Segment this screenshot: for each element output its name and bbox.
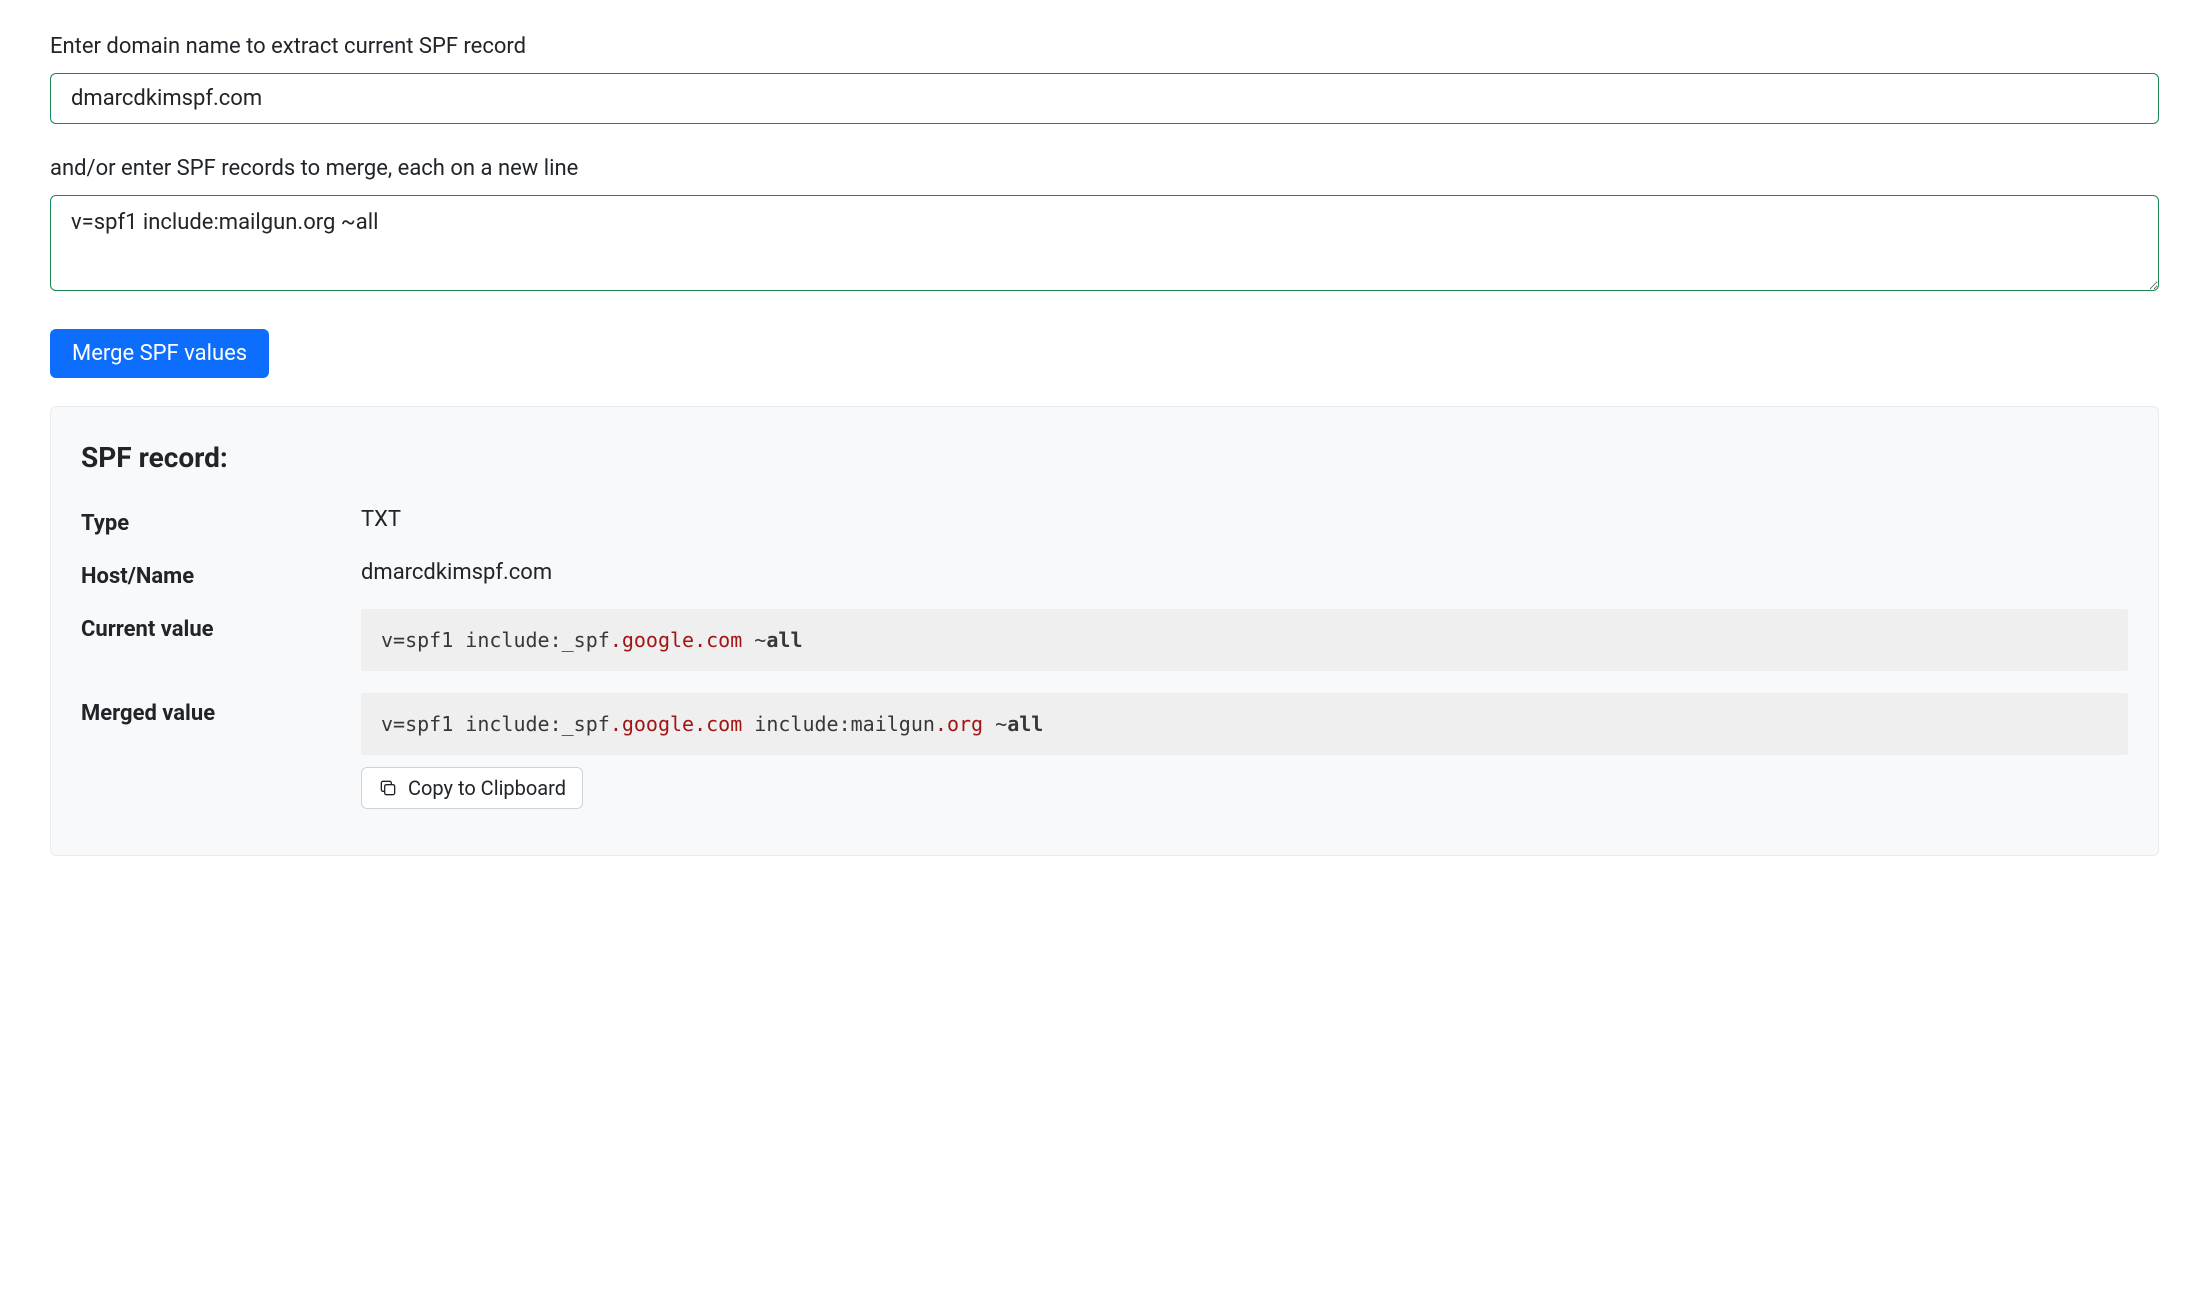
type-label: Type [81,503,361,540]
merged-value-label: Merged value [81,693,361,730]
result-heading: SPF record: [81,437,2128,479]
spf-records-textarea[interactable] [50,195,2159,291]
copy-button-label: Copy to Clipboard [408,776,566,800]
current-value-label: Current value [81,609,361,646]
current-value-code: v=spf1 include:_spf.google.com ~all [361,609,2128,671]
host-value: dmarcdkimspf.com [361,556,2128,589]
spf-result-card: SPF record: Type TXT Host/Name dmarcdkim… [50,406,2159,856]
copy-to-clipboard-button[interactable]: Copy to Clipboard [361,767,583,809]
domain-input[interactable] [50,73,2159,124]
copy-icon [378,778,398,798]
merge-button[interactable]: Merge SPF values [50,329,269,378]
host-label: Host/Name [81,556,361,593]
merged-value-code: v=spf1 include:_spf.google.com include:m… [361,693,2128,755]
spf-records-label: and/or enter SPF records to merge, each … [50,152,2159,185]
domain-input-label: Enter domain name to extract current SPF… [50,30,2159,63]
type-value: TXT [361,503,2128,536]
